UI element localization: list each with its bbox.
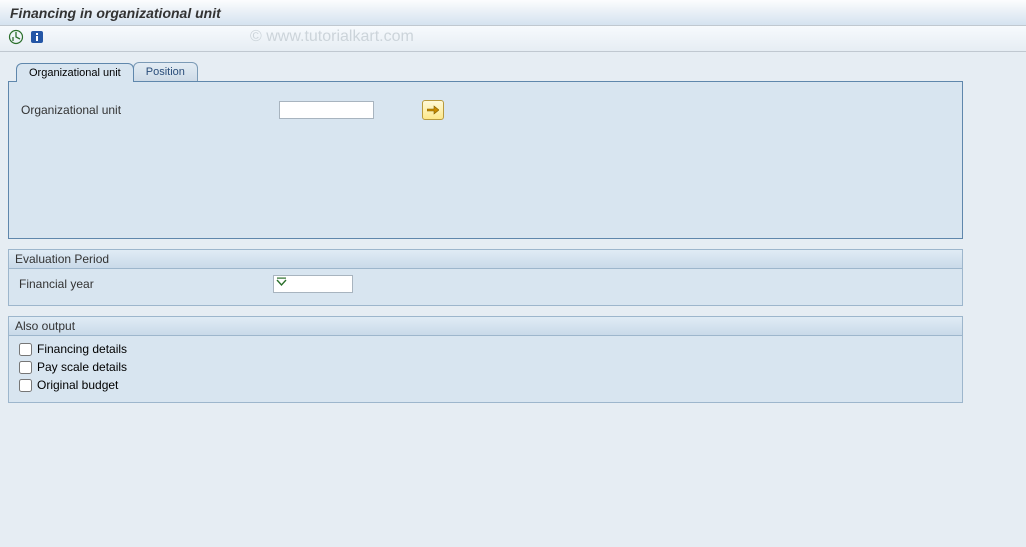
tab-panel-orgunit: Organizational unit [8,81,963,239]
orgunit-label: Organizational unit [21,103,271,117]
orgunit-row: Organizational unit [21,100,950,120]
toolbar [0,26,1026,52]
evaluation-period-header: Evaluation Period [9,250,962,269]
financing-details-checkbox[interactable] [19,343,32,356]
execute-icon[interactable] [8,29,24,48]
original-budget-row: Original budget [19,378,952,392]
input-help-icon[interactable] [276,277,287,291]
pay-scale-details-label: Pay scale details [37,360,127,374]
financing-details-label: Financing details [37,342,127,356]
also-output-group: Also output Financing details Pay scale … [8,316,963,403]
pay-scale-details-checkbox[interactable] [19,361,32,374]
info-icon[interactable] [30,30,44,47]
title-bar: Financing in organizational unit [0,0,1026,26]
tab-label: Organizational unit [29,67,121,79]
multiple-selection-button[interactable] [422,100,444,120]
also-output-header: Also output [9,317,962,336]
arrow-right-icon [427,105,439,115]
tab-organizational-unit[interactable]: Organizational unit [16,63,134,82]
tab-label: Position [146,66,185,78]
orgunit-input[interactable] [279,101,374,119]
page-title: Financing in organizational unit [10,5,221,21]
original-budget-label: Original budget [37,378,118,392]
financial-year-row: Financial year [19,275,952,293]
financing-details-row: Financing details [19,342,952,356]
pay-scale-details-row: Pay scale details [19,360,952,374]
financial-year-label: Financial year [19,277,265,291]
evaluation-period-group: Evaluation Period Financial year [8,249,963,306]
content-area: Organizational unit Position Organizatio… [0,52,1026,547]
original-budget-checkbox[interactable] [19,379,32,392]
tab-position[interactable]: Position [133,62,198,81]
tab-row: Organizational unit Position [16,62,1018,81]
